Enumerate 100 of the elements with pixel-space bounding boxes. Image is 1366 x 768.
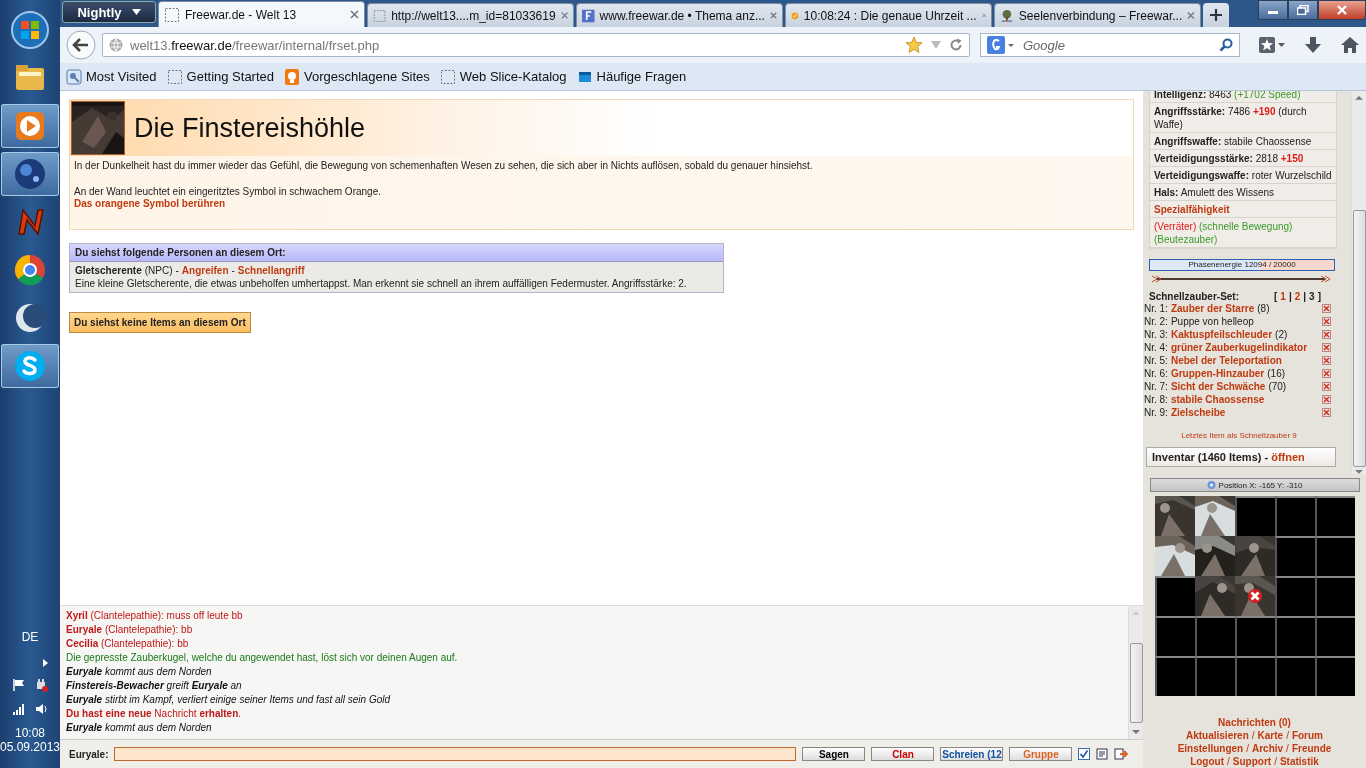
bookmark-link[interactable]: Web Slice-Katalog	[439, 68, 567, 85]
nav-link[interactable]: Archiv	[1252, 743, 1284, 754]
search-icon[interactable]	[1219, 38, 1233, 52]
bookmarks-menu-icon[interactable]	[1258, 36, 1286, 54]
expand-arrow-icon[interactable]	[40, 658, 50, 668]
close-icon[interactable]	[560, 11, 568, 20]
new-tab-icon[interactable]	[1208, 7, 1224, 23]
star-icon[interactable]	[905, 36, 923, 54]
notepad-icon[interactable]	[1096, 748, 1109, 760]
restore-icon[interactable]	[1297, 5, 1309, 15]
back-button-icon[interactable]	[66, 30, 96, 60]
remove-icon[interactable]	[1322, 330, 1331, 339]
open-link[interactable]: öffnen	[1271, 451, 1305, 463]
chat-message: Die gepresste Zauberkugel, welche du angewendet hast, löst sich vor deinen Augen auf.	[66, 651, 459, 665]
scroll-up-arrow-icon[interactable]	[1353, 93, 1365, 103]
spell-link[interactable]: Zauber der Starre	[1170, 303, 1255, 314]
compass-icon	[1206, 480, 1216, 490]
spell-link[interactable]: Kaktuspfeilschleuder	[1170, 329, 1273, 340]
bookmark-link[interactable]: Häufige Fragen	[576, 68, 687, 85]
action-link[interactable]: Schnellangriff	[237, 265, 305, 276]
close-icon[interactable]	[350, 10, 359, 19]
power-plug-icon[interactable]	[34, 678, 48, 692]
spell-set-link[interactable]: 2	[1294, 291, 1301, 302]
speaker-icon[interactable]	[34, 702, 48, 716]
remove-icon[interactable]	[1322, 356, 1331, 365]
nav-link[interactable]: Nachrichten (0)	[1218, 717, 1291, 728]
last-item-link[interactable]: Letztes Item als Schnellzauber 9	[1149, 431, 1329, 440]
bracket: ]	[1317, 291, 1321, 302]
remove-icon[interactable]	[1322, 408, 1331, 417]
exit-door-icon[interactable]	[1114, 748, 1129, 760]
chat-message: Finstereis-Bewacher greift Euryale an	[66, 679, 243, 693]
action-link[interactable]: Angreifen	[181, 265, 229, 276]
close-icon[interactable]	[1187, 11, 1195, 20]
globe-icon	[109, 38, 123, 52]
separator-slash: /	[1274, 756, 1277, 767]
app-menu-button[interactable]: Nightly	[62, 1, 156, 23]
separator-slash: /	[1246, 743, 1249, 754]
remove-icon[interactable]	[1322, 343, 1331, 352]
nav-link[interactable]: Logout	[1190, 756, 1225, 767]
nav-link[interactable]: Statistik	[1279, 756, 1319, 767]
nav-link[interactable]: Karte	[1257, 730, 1284, 741]
chat-send-button[interactable]: Schreien (12	[940, 747, 1004, 761]
browser-tab[interactable]: Freewar.de - Welt 13	[158, 1, 365, 27]
caret-icon	[131, 9, 141, 15]
checkbox[interactable]	[1078, 748, 1091, 760]
clock-time[interactable]: 10:08	[15, 726, 45, 740]
reload-icon[interactable]	[949, 38, 963, 52]
spell-link[interactable]: Zielscheibe	[1170, 407, 1226, 418]
spell-set-link[interactable]: 3	[1309, 291, 1315, 302]
scrollbar[interactable]	[1128, 606, 1143, 739]
action-link[interactable]: Das orangene Symbol berühren	[74, 198, 226, 209]
home-icon[interactable]	[1340, 36, 1360, 54]
scroll-down-arrow-icon[interactable]	[1130, 727, 1142, 737]
scroll-down-arrow-icon[interactable]	[1353, 467, 1365, 474]
language-indicator[interactable]: DE	[21, 630, 39, 644]
stat-line: Spezialfähigkeit	[1154, 204, 1230, 215]
nav-link[interactable]: Freunde	[1291, 743, 1332, 754]
start-orb-icon[interactable]	[10, 10, 50, 50]
nav-link[interactable]: Einstellungen	[1177, 743, 1244, 754]
clock-date[interactable]: 05.09.2013	[0, 740, 61, 754]
spell-set-link[interactable]: 1	[1280, 291, 1286, 302]
spell-link[interactable]: Sicht der Schwäche	[1170, 381, 1266, 392]
tab-title: Freewar.de - Welt 13	[185, 7, 298, 22]
stat-line: Hals: Amulett des Wissens	[1154, 187, 1275, 198]
close-icon[interactable]	[769, 11, 777, 20]
nav-link[interactable]: Forum	[1291, 730, 1323, 741]
download-icon[interactable]	[1304, 36, 1322, 54]
scroll-thumb[interactable]	[1129, 642, 1143, 723]
spell-link[interactable]: stabile Chaossense	[1170, 394, 1265, 405]
bookmark-link[interactable]: Getting Started	[166, 68, 275, 85]
browser-tab[interactable]: Seelenverbindung – Freewar...	[994, 3, 1201, 27]
browser-tab[interactable]: 10:08:24 : Die genaue Uhrzeit ...	[785, 3, 992, 27]
spell-link[interactable]: grüner Zauberkugelindikator	[1170, 342, 1308, 353]
remove-icon[interactable]	[1322, 304, 1331, 313]
nav-link[interactable]: Support	[1232, 756, 1272, 767]
scrollbar[interactable]	[1351, 91, 1366, 474]
remove-icon[interactable]	[1322, 369, 1331, 378]
remove-icon[interactable]	[1322, 382, 1331, 391]
address-field[interactable]: welt13.freewar.de/freewar/internal/frset.php	[102, 33, 970, 57]
remove-icon[interactable]	[1322, 395, 1331, 404]
bookmark-link[interactable]: Vorgeschlagene Sites	[284, 68, 430, 85]
scroll-thumb[interactable]	[1352, 209, 1366, 468]
spell-link[interactable]: Nebel der Teleportation	[1170, 355, 1282, 366]
chat-send-button[interactable]: Clan	[871, 747, 935, 761]
search-box[interactable]: Google	[980, 33, 1240, 57]
bookmark-link[interactable]: Most Visited	[66, 68, 157, 85]
flag-icon[interactable]	[12, 678, 26, 692]
chat-message: Xyril (Clantelepathie): muss off leute bb	[66, 609, 244, 623]
remove-icon[interactable]	[1322, 317, 1331, 326]
chat-send-button[interactable]: Gruppe	[1009, 747, 1073, 761]
nav-link[interactable]: Aktualisieren	[1185, 730, 1249, 741]
browser-tab[interactable]: www.freewar.de • Thema anz...	[576, 3, 783, 27]
spell-link[interactable]: Gruppen-Hinzauber	[1170, 368, 1265, 379]
spell-number: Nr. 5:	[1144, 355, 1168, 366]
chat-message: Du hast eine neue Nachricht erhalten.	[66, 707, 243, 721]
chat-input-field[interactable]	[114, 747, 797, 761]
browser-tab[interactable]: http://welt13....m_id=81033619	[367, 3, 574, 27]
chat-send-button[interactable]: Sagen	[802, 747, 866, 761]
location-note: An der Wand leuchtet ein eingeritztes Symbol in schwachem Orange.	[74, 186, 382, 197]
signal-bars-icon[interactable]	[12, 702, 26, 716]
